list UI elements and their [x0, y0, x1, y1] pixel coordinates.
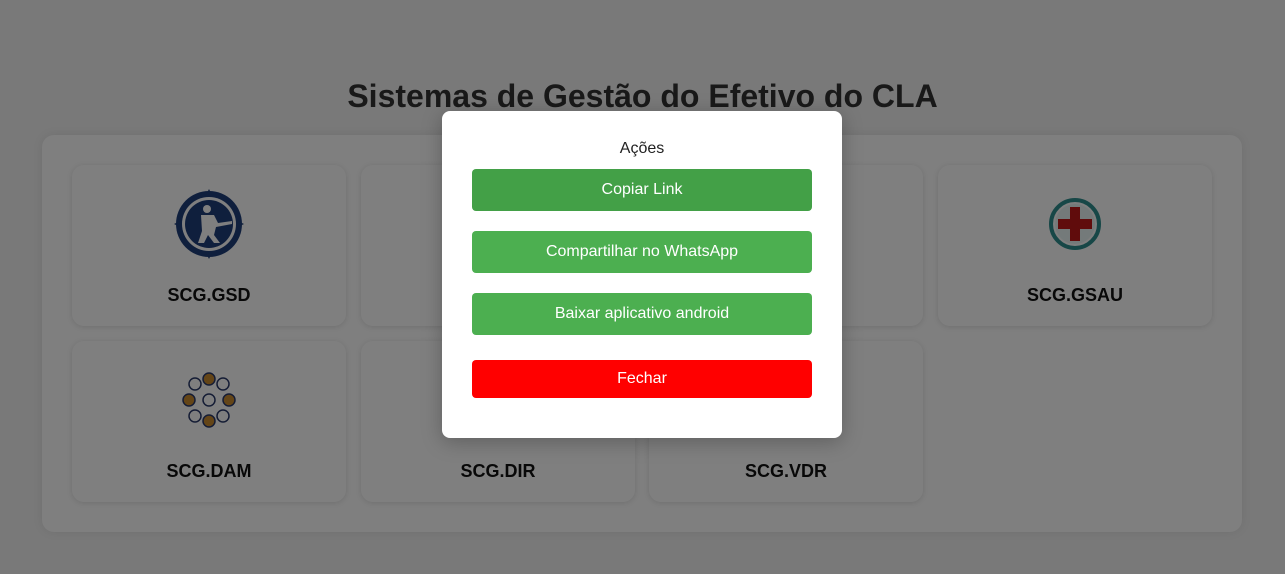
modal-title: Ações — [619, 140, 665, 157]
share-whatsapp-button[interactable]: Compartilhar no WhatsApp — [472, 231, 812, 273]
close-button[interactable]: Fechar — [472, 360, 812, 398]
page: Sistemas de Gestão do Efetivo do CLA SCG… — [0, 0, 1285, 574]
actions-modal: Ações Copiar Link Compartilhar no WhatsA… — [442, 111, 842, 438]
download-android-button[interactable]: Baixar aplicativo android — [472, 293, 812, 335]
copy-link-button[interactable]: Copiar Link — [472, 169, 812, 211]
